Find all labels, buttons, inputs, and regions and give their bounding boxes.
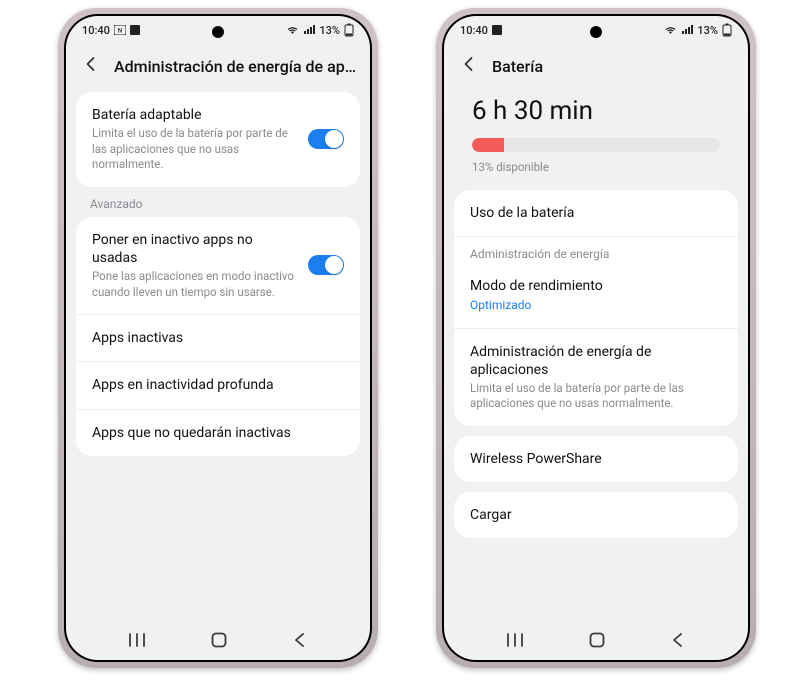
row-wireless-powershare[interactable]: Wireless PowerShare [454,436,738,482]
row-subtitle: Limita el uso de la batería por parte de… [470,381,722,412]
nav-bar [66,622,370,660]
row-sleep-unused-apps[interactable]: Poner en inactivo apps no usadas Pone la… [76,217,360,314]
row-title: Modo de rendimiento [470,277,722,295]
battery-icon [722,23,732,37]
row-adaptive-battery[interactable]: Batería adaptable Limita el uso de la ba… [76,92,360,187]
back-button[interactable] [669,631,687,649]
header: Administración de energía de aplic… [66,44,370,92]
home-button[interactable] [588,631,606,649]
wifi-icon [664,25,677,35]
back-icon[interactable] [78,52,104,80]
row-title: Batería adaptable [92,106,298,124]
row-value: Optimizado [470,297,722,313]
recent-apps-button[interactable] [505,632,525,648]
row-never-sleep-apps[interactable]: Apps que no quedarán inactivas [76,409,360,456]
row-title: Apps en inactividad profunda [92,376,344,394]
nfc-icon: N [114,25,126,35]
section-power-mgmt-label: Administración de energía [454,236,738,263]
row-title: Wireless PowerShare [470,450,722,468]
battery-bar-fill [472,138,504,152]
camera-hole [590,26,602,38]
status-time: 10:40 [82,24,110,37]
status-battery-pct: 13% [697,24,718,37]
sim-icon [130,25,140,35]
page-title: Administración de energía de aplic… [114,57,358,76]
row-inactive-apps[interactable]: Apps inactivas [76,314,360,361]
battery-icon [344,23,354,37]
row-title: Cargar [470,506,722,524]
row-subtitle: Limita el uso de la batería por parte de… [92,126,298,173]
battery-bar [472,138,720,152]
back-button[interactable] [291,631,309,649]
status-time: 10:40 [460,24,488,37]
recent-apps-button[interactable] [127,632,147,648]
back-icon[interactable] [456,52,482,80]
time-remaining: 6 h 30 min [472,96,720,126]
row-title: Uso de la batería [470,204,722,222]
camera-hole [212,26,224,38]
page-title: Batería [492,57,736,76]
row-battery-usage[interactable]: Uso de la batería [454,190,738,236]
section-advanced-label: Avanzado [76,197,360,217]
toggle-sleep-unused[interactable] [308,255,344,275]
sim-icon [492,25,502,35]
svg-text:N: N [118,28,122,35]
row-subtitle: Pone las aplicaciones en modo inactivo c… [92,269,298,300]
wifi-icon [286,25,299,35]
row-title: Administración de energía de aplicacione… [470,343,722,379]
nav-bar [444,622,748,660]
row-title: Apps inactivas [92,329,344,347]
home-button[interactable] [210,631,228,649]
row-title: Apps que no quedarán inactivas [92,424,344,442]
row-app-power-mgmt[interactable]: Administración de energía de aplicacione… [454,328,738,426]
row-performance-mode[interactable]: Modo de rendimiento Optimizado [454,263,738,327]
signal-icon [681,25,693,35]
battery-summary: 6 h 30 min 13% disponible [454,92,738,190]
status-battery-pct: 13% [319,24,340,37]
toggle-adaptive-battery[interactable] [308,129,344,149]
signal-icon [303,25,315,35]
pct-available: 13% disponible [472,160,720,174]
row-title: Poner en inactivo apps no usadas [92,231,298,267]
header: Batería [444,44,748,92]
row-deep-sleep-apps[interactable]: Apps en inactividad profunda [76,361,360,408]
row-charging[interactable]: Cargar [454,492,738,538]
